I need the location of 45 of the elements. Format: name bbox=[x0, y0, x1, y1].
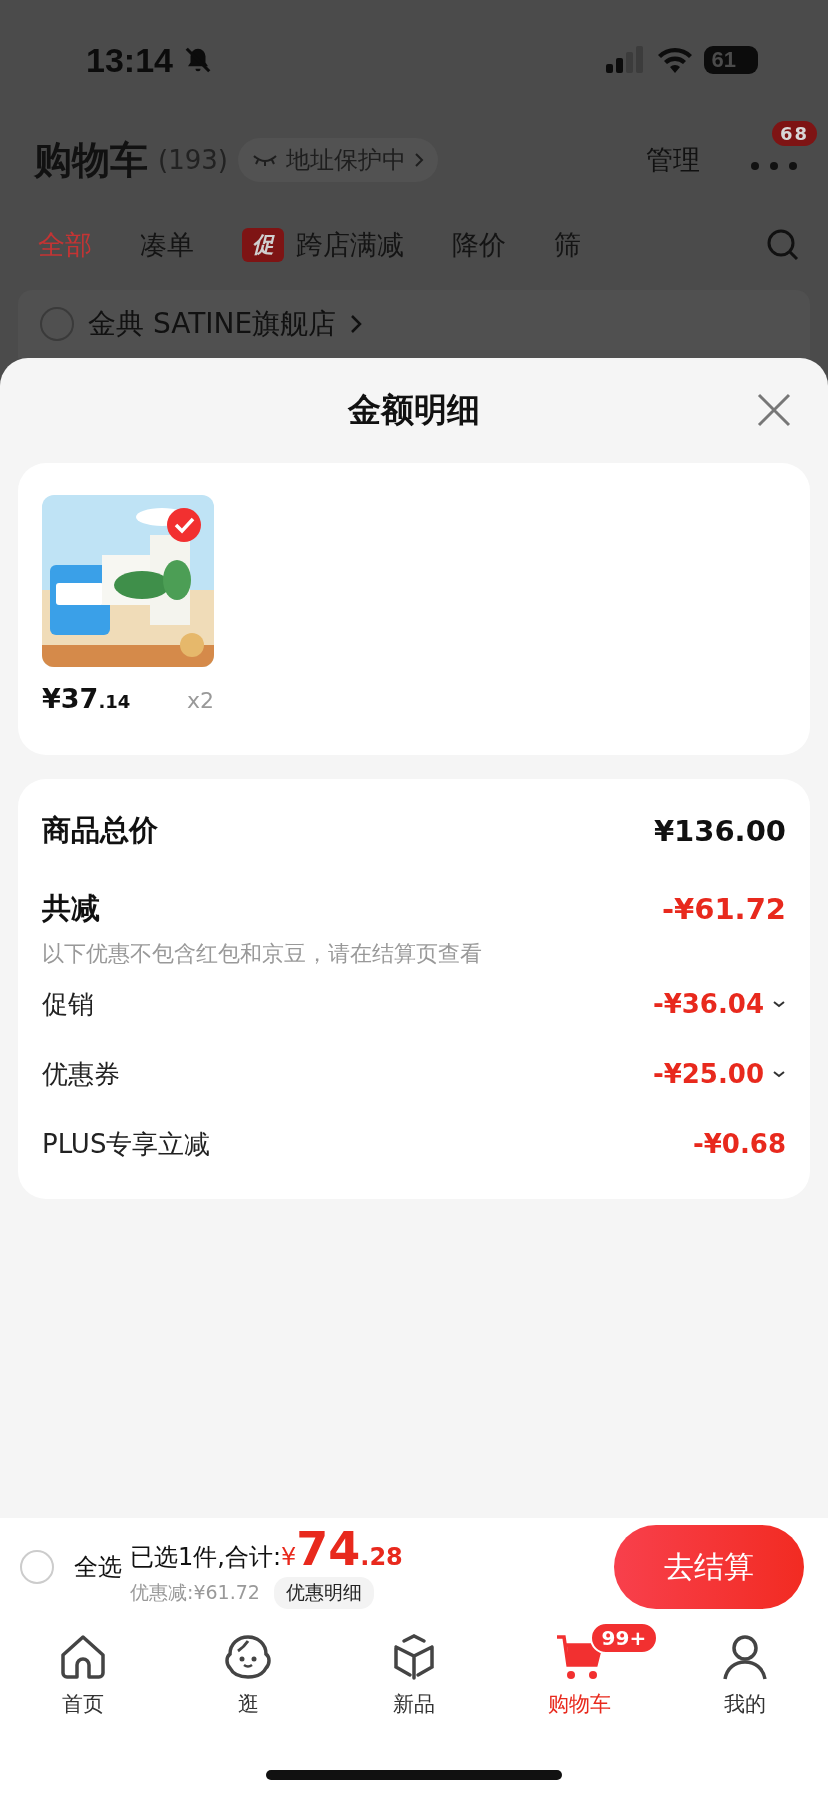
battery-level: 61 bbox=[703, 46, 758, 74]
reduction-label: 共减 bbox=[42, 890, 100, 927]
discount-label: PLUS专享立减 bbox=[42, 1127, 211, 1161]
discount-detail-button[interactable]: 优惠明细 bbox=[273, 1576, 374, 1609]
discount-value: -¥0.68 bbox=[692, 1129, 786, 1159]
chevron-right-icon bbox=[350, 314, 363, 334]
store-row[interactable]: 金典 SATINE旗舰店 bbox=[18, 290, 810, 358]
select-all-label: 全选 bbox=[74, 1552, 122, 1583]
closed-eye-icon bbox=[251, 153, 278, 167]
count-badge: 99+ bbox=[589, 1622, 659, 1654]
checkout-button[interactable]: 去结算 bbox=[614, 1525, 804, 1609]
status-time: 13:14 bbox=[86, 40, 173, 80]
total-price: ¥74.28 bbox=[281, 1525, 403, 1572]
selected-summary: 已选1件,合计: bbox=[130, 1541, 281, 1573]
total-value: ¥136.00 bbox=[653, 814, 786, 848]
discount-value: -¥36.04 bbox=[652, 989, 764, 1019]
nav-tab[interactable]: 首页 bbox=[0, 1618, 166, 1718]
close-icon[interactable] bbox=[756, 392, 792, 428]
nav-tab[interactable]: 新品 bbox=[331, 1618, 497, 1718]
item-price: ¥37.14 bbox=[42, 683, 131, 714]
page-title: 购物车 bbox=[34, 136, 148, 184]
chevron-right-icon bbox=[413, 152, 424, 168]
discount-value: -¥25.00 bbox=[652, 1059, 764, 1089]
item-quantity: x2 bbox=[186, 688, 214, 713]
search-icon[interactable] bbox=[766, 228, 800, 262]
discount-label: 优惠券 bbox=[42, 1057, 120, 1091]
discount-total: 优惠减:¥61.72 bbox=[130, 1579, 260, 1605]
reduction-note: 以下优惠不包含红包和京豆，请在结算页查看 bbox=[42, 940, 483, 968]
filter-tab[interactable]: 筛 bbox=[554, 227, 581, 263]
select-all-checkbox[interactable] bbox=[20, 1550, 54, 1584]
chevron-down-icon[interactable] bbox=[772, 999, 786, 1009]
promo-tag: 促 bbox=[242, 228, 284, 262]
chevron-down-icon[interactable] bbox=[772, 1069, 786, 1079]
nav-tab[interactable]: 逛 bbox=[165, 1618, 332, 1718]
store-name: 金典 SATINE旗舰店 bbox=[88, 306, 337, 342]
discount-label: 促销 bbox=[42, 987, 94, 1021]
reduction-value: -¥61.72 bbox=[662, 892, 786, 926]
total-label: 商品总价 bbox=[42, 812, 158, 849]
signal-icon bbox=[605, 46, 646, 74]
manage-link[interactable]: 管理 bbox=[646, 142, 700, 178]
sheet-title: 金额明细 bbox=[348, 389, 480, 431]
notification-badge: 68 bbox=[772, 120, 818, 146]
nav-tab[interactable]: 99+ 购物车 bbox=[496, 1618, 663, 1718]
more-icon[interactable] bbox=[750, 160, 798, 171]
nav-tab[interactable]: 我的 bbox=[662, 1618, 828, 1718]
